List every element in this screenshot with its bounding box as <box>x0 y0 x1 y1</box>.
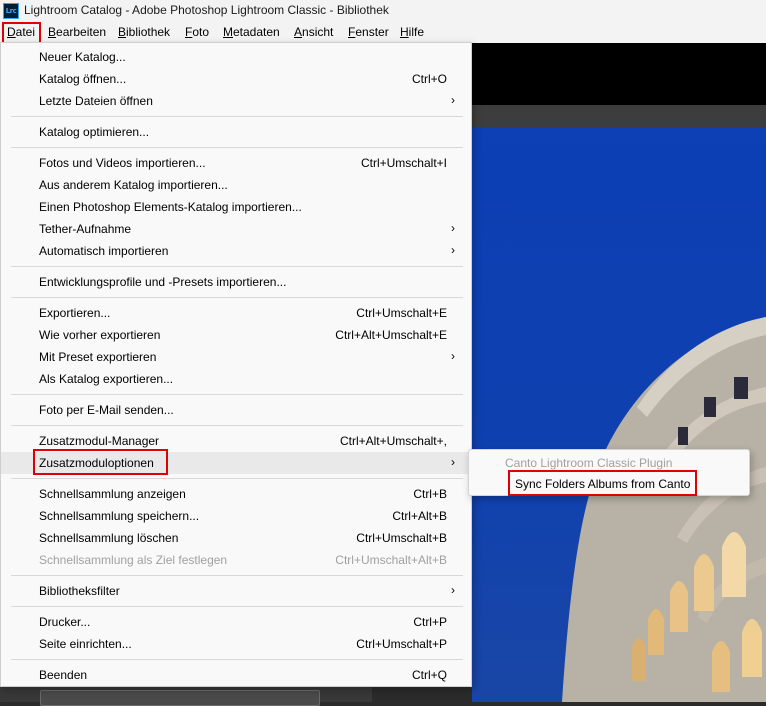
colosseum-photo <box>472 127 766 702</box>
menu-bibliothek[interactable]: Bibliothek <box>118 25 170 39</box>
menu-item-bibliotheksfilter[interactable]: Bibliotheksfilter › <box>1 580 471 602</box>
menu-foto[interactable]: Foto <box>185 25 209 39</box>
chevron-right-icon: › <box>451 93 455 107</box>
menu-item-exportieren[interactable]: Exportieren... Ctrl+Umschalt+E <box>1 302 471 324</box>
lightroom-app-icon: Lrc <box>3 3 19 19</box>
menu-separator <box>11 478 463 479</box>
zusatzmoduloptionen-highlight-box <box>33 449 168 475</box>
menu-item-schnellsammlung-anzeigen[interactable]: Schnellsammlung anzeigen Ctrl+B <box>1 483 471 505</box>
menu-separator <box>11 266 463 267</box>
menu-item-katalog-optimieren[interactable]: Katalog optimieren... <box>1 121 471 143</box>
menu-item-als-katalog-exportieren[interactable]: Als Katalog exportieren... <box>1 368 471 390</box>
menu-item-schnellsammlung-als-ziel: Schnellsammlung als Ziel festlegen Ctrl+U… <box>39 553 447 567</box>
chevron-right-icon: › <box>451 455 455 469</box>
menu-item-drucker[interactable]: Drucker... Ctrl+P <box>1 611 471 633</box>
chevron-right-icon: › <box>451 221 455 235</box>
file-menu-dropdown: Neuer Katalog... Katalog öffnen... Ctrl+O… <box>0 42 472 687</box>
menu-item-foto-per-email[interactable]: Foto per E-Mail senden... <box>1 399 471 421</box>
datei-highlight-box <box>2 22 41 44</box>
submenu-plugin-header: Canto Lightroom Classic Plugin <box>505 456 673 470</box>
menu-item-profile-importieren[interactable]: Entwicklungsprofile und -Presets importi… <box>1 271 471 293</box>
menu-item-wie-vorher-exportieren[interactable]: Wie vorher exportieren Ctrl+Alt+Umschalt+… <box>1 324 471 346</box>
chevron-right-icon: › <box>451 349 455 363</box>
menu-item-fotos-importieren[interactable]: Fotos und Videos importieren... Ctrl+Umsc… <box>1 152 471 174</box>
menu-separator <box>11 116 463 117</box>
menu-item-elements-importieren[interactable]: Einen Photoshop Elements-Katalog importi… <box>1 196 471 218</box>
menu-separator <box>11 147 463 148</box>
menu-metadaten[interactable]: Metadaten <box>223 25 280 39</box>
title-bar: Lrc Lightroom Catalog - Adobe Photoshop … <box>0 0 766 22</box>
chevron-right-icon: › <box>451 583 455 597</box>
lightroom-top-panel <box>472 43 766 105</box>
menu-separator <box>11 606 463 607</box>
menu-bearbeiten[interactable]: Bearbeiten <box>48 25 106 39</box>
menu-separator <box>11 425 463 426</box>
menu-item-seite-einrichten[interactable]: Seite einrichten... Ctrl+Umschalt+P <box>1 633 471 655</box>
lightroom-toolbar-strip <box>472 105 766 127</box>
menu-item-tether-aufnahme[interactable]: Tether-Aufnahme › <box>1 218 471 240</box>
left-panel-button[interactable] <box>40 690 320 706</box>
window-title: Lightroom Catalog - Adobe Photoshop Ligh… <box>24 3 389 17</box>
menu-item-neuer-katalog[interactable]: Neuer Katalog... <box>1 46 471 68</box>
menu-item-schnellsammlung-loeschen[interactable]: Schnellsammlung löschen Ctrl+Umschalt+B <box>1 527 471 549</box>
menu-item-schnellsammlung-speichern[interactable]: Schnellsammlung speichern... Ctrl+Alt+B <box>1 505 471 527</box>
chevron-right-icon: › <box>451 243 455 257</box>
menu-fenster[interactable]: Fenster <box>348 25 389 39</box>
menu-separator <box>11 297 463 298</box>
menu-ansicht[interactable]: Ansicht <box>294 25 333 39</box>
menu-item-mit-preset-exportieren[interactable]: Mit Preset exportieren › <box>1 346 471 368</box>
colosseum-image <box>562 317 766 702</box>
menu-bar: Datei Bearbeiten Bibliothek Foto Metadat… <box>0 22 766 43</box>
menu-item-automatisch-importieren[interactable]: Automatisch importieren › <box>1 240 471 262</box>
menu-item-beenden[interactable]: Beenden Ctrl+Q <box>1 664 471 686</box>
menu-hilfe[interactable]: Hilfe <box>400 25 424 39</box>
menu-item-aus-katalog-importieren[interactable]: Aus anderem Katalog importieren... <box>1 174 471 196</box>
sync-folders-highlight-box <box>508 470 697 496</box>
menu-separator <box>11 575 463 576</box>
menu-separator <box>11 659 463 660</box>
menu-item-katalog-oeffnen[interactable]: Katalog öffnen... Ctrl+O <box>1 68 471 90</box>
menu-item-letzte-dateien[interactable]: Letzte Dateien öffnen › <box>1 90 471 112</box>
menu-separator <box>11 394 463 395</box>
